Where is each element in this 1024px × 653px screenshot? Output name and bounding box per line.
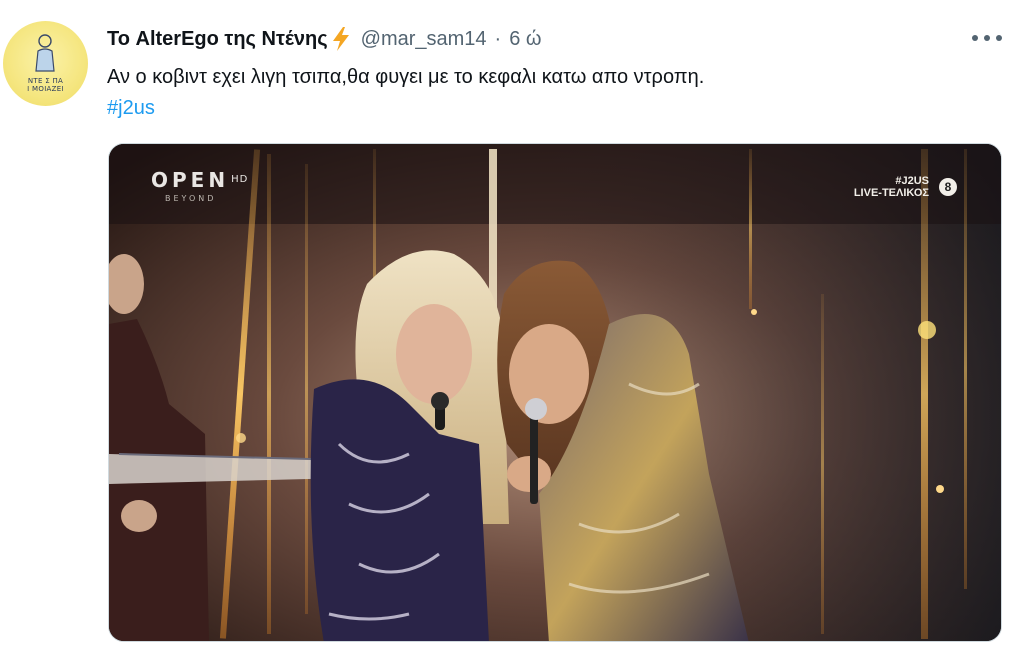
rating-badge: 8 bbox=[939, 178, 957, 196]
tweet-media-image[interactable]: OPEN HD BEYOND #J2US LIVE-ΤΕΛΙΚΟΣ 8 bbox=[108, 143, 1002, 642]
author-avatar[interactable]: ΝΤΕ Σ ΠΑ Ι ΜΟΙΑΖΕΙ bbox=[3, 21, 88, 106]
tweet-text: Αν ο κοβιντ εχει λιγη τσιπα,θα φυγει με … bbox=[107, 66, 705, 88]
tweet-timestamp[interactable]: 6 ώ bbox=[509, 28, 541, 51]
channel-subtitle: BEYOND bbox=[165, 194, 217, 203]
channel-logo-suffix: HD bbox=[231, 174, 249, 185]
stage-scene bbox=[109, 144, 1001, 641]
separator-dot: · bbox=[494, 27, 502, 50]
live-overlay: #J2US LIVE-ΤΕΛΙΚΟΣ bbox=[854, 175, 929, 199]
avatar-figure-icon bbox=[35, 34, 55, 72]
lightning-bolt-icon bbox=[332, 27, 349, 51]
dot bbox=[996, 35, 1002, 41]
author-handle[interactable]: @mar_sam14 bbox=[361, 28, 487, 51]
channel-logo-text: OPEN bbox=[151, 168, 230, 192]
hashtag-link[interactable]: #j2us bbox=[107, 94, 155, 123]
author-name[interactable]: Το AlterEgo της Ντένης bbox=[107, 28, 328, 51]
live-label: LIVE-ΤΕΛΙΚΟΣ bbox=[853, 187, 929, 199]
more-dots-icon[interactable] bbox=[972, 27, 1002, 49]
channel-logo: OPEN HD bbox=[151, 170, 248, 190]
tweet-card[interactable]: ΝΤΕ Σ ΠΑ Ι ΜΟΙΑΖΕΙ Το AlterEgo της Ντένης… bbox=[0, 0, 1024, 653]
avatar-caption: ΝΤΕ Σ ΠΑ Ι ΜΟΙΑΖΕΙ bbox=[27, 77, 64, 93]
show-hashtag-overlay: #J2US bbox=[895, 175, 929, 187]
dot bbox=[972, 35, 978, 41]
dot bbox=[984, 35, 990, 41]
tweet-header: Το AlterEgo της Ντένης @mar_sam14 · 6 ώ bbox=[107, 24, 542, 54]
